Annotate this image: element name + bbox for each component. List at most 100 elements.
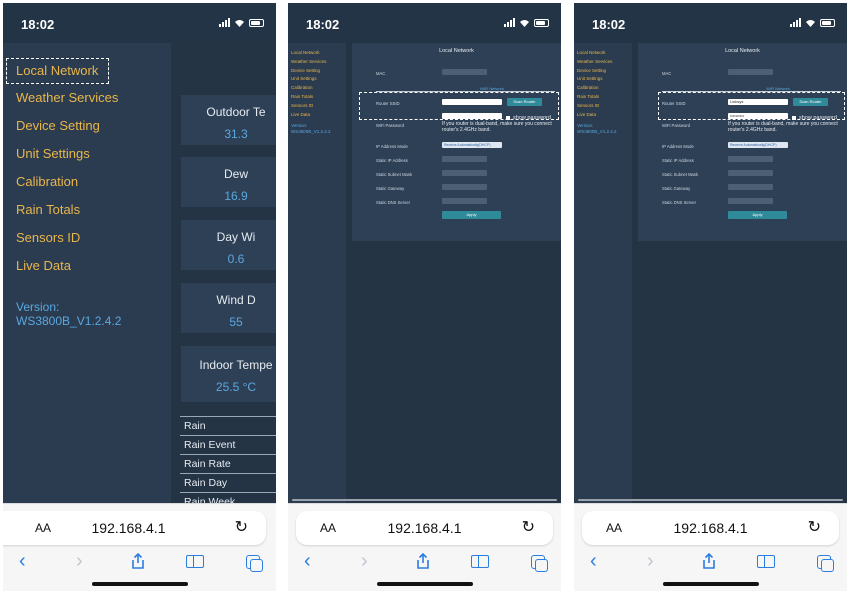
version-info: Version: WS3800B_V1.2.4.2 <box>3 300 171 328</box>
nav-calibration[interactable]: Calibration <box>288 84 346 93</box>
url-text[interactable]: 192.168.4.1 <box>296 520 553 536</box>
gateway-field[interactable] <box>728 184 773 190</box>
tabs-icon[interactable] <box>817 550 834 572</box>
mac-label: MAC <box>376 71 386 76</box>
card-value: 0.6 <box>227 252 245 266</box>
reload-icon[interactable]: ↻ <box>522 517 535 537</box>
nav-unit-settings[interactable]: Unit Settings <box>288 75 346 84</box>
reload-icon[interactable]: ↻ <box>235 517 248 537</box>
nav-device-setting[interactable]: Device Setting <box>3 112 171 140</box>
url-text[interactable]: 192.168.4.1 <box>582 520 839 536</box>
card-title: Wind D <box>216 293 256 307</box>
bookmarks-icon[interactable] <box>186 550 204 568</box>
nav-live-data[interactable]: Live Data <box>574 111 632 120</box>
address-bar[interactable]: AA 192.168.4.1 ↻ <box>3 511 266 545</box>
bookmarks-icon[interactable] <box>471 550 489 568</box>
wifi-icon <box>805 18 816 27</box>
dns-field[interactable] <box>442 198 487 204</box>
rain-table: Rain Rain Event Rain Rate Rain Day Rain … <box>180 416 276 503</box>
wifi-password-label: WiFi Password <box>662 123 690 128</box>
static-ip-field[interactable] <box>442 156 487 162</box>
dns-field[interactable] <box>728 198 773 204</box>
nav-sensors-id[interactable]: Sensors ID <box>574 102 632 111</box>
dual-band-note: If you router is dual-band, make sure yo… <box>728 121 838 133</box>
ip-mode-select[interactable]: Receive Automatically(DHCP) <box>442 142 502 148</box>
nav-sensors-id[interactable]: Sensors ID <box>3 224 171 252</box>
wifi-icon <box>234 18 245 27</box>
nav-rain-totals[interactable]: Rain Totals <box>574 93 632 102</box>
status-bar: 18:02 <box>288 3 561 43</box>
phone-screen-2: 18:02 Local Network Weather Services Dev… <box>288 3 561 591</box>
nav-weather-services[interactable]: Weather Services <box>574 58 632 67</box>
phone-screen-1: 18:02 Local Network Weather Services Dev… <box>3 3 276 591</box>
status-bar: 18:02 <box>574 3 847 43</box>
share-icon[interactable] <box>131 553 145 569</box>
nav-local-network[interactable]: Local Network <box>574 49 632 58</box>
back-icon[interactable]: ‹ <box>590 550 597 572</box>
url-text[interactable]: 192.168.4.1 <box>3 520 266 536</box>
nav-weather-services[interactable]: Weather Services <box>3 84 171 112</box>
phone-screen-3: 18:02 Local Network Weather Services Dev… <box>574 3 847 591</box>
home-indicator <box>662 582 759 586</box>
nav-sensors-id[interactable]: Sensors ID <box>288 102 346 111</box>
reload-icon[interactable]: ↻ <box>808 517 821 537</box>
tabs-icon[interactable] <box>531 550 548 572</box>
version-value: WS3800B_V1.2.4.2 <box>291 128 331 134</box>
status-bar: 18:02 <box>3 3 276 43</box>
card-value: 16.9 <box>224 189 248 203</box>
rain-row: Rain Day <box>180 474 276 493</box>
gateway-field[interactable] <box>442 184 487 190</box>
nav-local-network[interactable]: Local Network <box>6 58 110 84</box>
dns-label: Static DNS Server <box>376 200 410 205</box>
nav-weather-services[interactable]: Weather Services <box>288 58 346 67</box>
dual-band-note: If you router is dual-band, make sure yo… <box>442 121 552 133</box>
tabs-icon[interactable] <box>246 550 263 572</box>
nav-unit-settings[interactable]: Unit Settings <box>3 140 171 168</box>
live-card-wind-dir: Wind D 55 <box>181 283 276 333</box>
live-card-indoor-temp: Indoor Tempe 25.5 °C <box>181 346 276 402</box>
signal-icon <box>790 18 801 27</box>
browser-bar: AA 192.168.4.1 ↻ ‹ › <box>574 503 847 591</box>
battery-icon <box>534 19 549 27</box>
apply-button[interactable]: Apply <box>442 211 501 219</box>
web-content: Local Network Weather Services Device Se… <box>3 43 276 503</box>
static-ip-field[interactable] <box>728 156 773 162</box>
nav-live-data[interactable]: Live Data <box>3 252 171 280</box>
nav-device-setting[interactable]: Device Setting <box>574 67 632 76</box>
subnet-field[interactable] <box>728 170 773 176</box>
nav-calibration[interactable]: Calibration <box>3 168 171 196</box>
share-icon[interactable] <box>702 553 716 569</box>
forward-icon[interactable]: › <box>647 550 654 572</box>
subnet-label: Static Subnet Mask <box>662 172 699 177</box>
nav-calibration[interactable]: Calibration <box>574 84 632 93</box>
status-time: 18:02 <box>21 17 55 32</box>
share-icon[interactable] <box>416 553 430 569</box>
forward-icon[interactable]: › <box>76 550 83 572</box>
apply-button[interactable]: Apply <box>728 211 787 219</box>
address-bar[interactable]: AA 192.168.4.1 ↻ <box>296 511 553 545</box>
subnet-field[interactable] <box>442 170 487 176</box>
battery-icon <box>249 19 264 27</box>
web-content: Local Network Weather Services Device Se… <box>288 43 561 503</box>
address-bar[interactable]: AA 192.168.4.1 ↻ <box>582 511 839 545</box>
back-icon[interactable]: ‹ <box>304 550 311 572</box>
forward-icon[interactable]: › <box>361 550 368 572</box>
card-title: Indoor Tempe <box>199 358 273 372</box>
back-icon[interactable]: ‹ <box>19 550 26 572</box>
rain-row: Rain Week <box>180 493 276 503</box>
card-title: Outdoor Te <box>206 105 266 119</box>
rain-row: Rain Rate <box>180 455 276 474</box>
bookmarks-icon[interactable] <box>757 550 775 568</box>
ip-mode-select[interactable]: Receive Automatically(DHCP) <box>728 142 788 148</box>
nav-local-network[interactable]: Local Network <box>288 49 346 58</box>
nav-unit-settings[interactable]: Unit Settings <box>574 75 632 84</box>
nav-rain-totals[interactable]: Rain Totals <box>288 93 346 102</box>
nav-device-setting[interactable]: Device Setting <box>288 67 346 76</box>
version-value: WS3800B_V1.2.4.2 <box>16 314 122 328</box>
nav-rain-totals[interactable]: Rain Totals <box>3 196 171 224</box>
scroll-indicator <box>292 499 557 501</box>
static-ip-label: Static IP Address <box>662 158 694 163</box>
subnet-label: Static Subnet Mask <box>376 172 413 177</box>
home-indicator <box>376 582 473 586</box>
nav-live-data[interactable]: Live Data <box>288 111 346 120</box>
